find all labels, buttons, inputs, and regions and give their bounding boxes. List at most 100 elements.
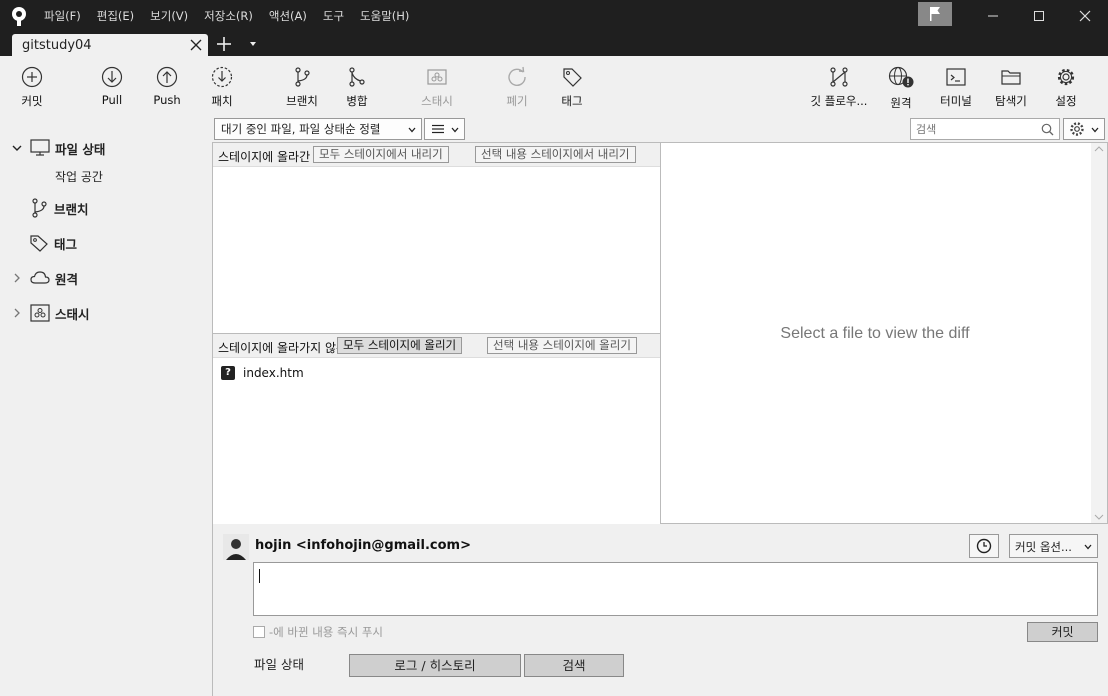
unstage-selected-button[interactable]: 선택 내용 스테이지에서 내리기 [475, 146, 636, 163]
push-immediately-option[interactable]: -에 바뀐 내용 즉시 푸시 [253, 624, 383, 640]
menu-help[interactable]: 도움말(H) [360, 8, 409, 24]
file-list-item[interactable]: ? index.htm [221, 364, 304, 382]
clock-icon [976, 538, 992, 554]
tag-button[interactable]: 태그 [542, 64, 602, 112]
commit-history-button[interactable] [969, 534, 999, 558]
sort-select[interactable]: 대기 중인 파일, 파일 상태순 정렬 [214, 118, 422, 140]
push-arrow-icon [156, 66, 178, 88]
tab-log-history[interactable]: 로그 / 히스토리 [349, 654, 521, 677]
commit-options-select[interactable]: 커밋 옵션... [1009, 534, 1098, 558]
tab-bar: gitstudy04 [0, 32, 1108, 56]
terminal-button[interactable]: 터미널 [926, 64, 986, 112]
sidebar-item-stashes[interactable]: 스태시 [0, 301, 212, 325]
search-input[interactable] [911, 120, 1031, 138]
explorer-label: 탐색기 [995, 94, 1027, 108]
search-field[interactable] [910, 118, 1060, 140]
scroll-down-icon[interactable] [1091, 511, 1107, 523]
pull-arrow-icon [101, 66, 123, 88]
avatar [223, 534, 249, 560]
remote-button[interactable]: 원격 [871, 64, 931, 112]
sidebar-item-remotes[interactable]: 원격 [0, 266, 212, 290]
unstaged-files-pane: 스테이지에 올라가지 않은 파일 모두 스테이지에 올리기 선택 내용 스테이지… [212, 333, 661, 525]
filter-options-button[interactable] [1063, 118, 1105, 140]
fetch-button[interactable]: 패치 [192, 64, 252, 112]
sidebar-item-tags[interactable]: 태그 [0, 231, 212, 255]
git-flow-icon [830, 67, 848, 87]
tab-file-status[interactable]: 파일 상태 [213, 654, 345, 677]
pull-label: Pull [101, 93, 123, 107]
stash-button[interactable]: 스태시 [407, 64, 467, 112]
chevron-down-icon [451, 127, 459, 133]
sidebar-item-working-copy[interactable]: 작업 공간 [0, 164, 212, 188]
repo-tab-title: gitstudy04 [22, 38, 92, 53]
text-caret [259, 569, 260, 583]
menu-file[interactable]: 파일(F) [44, 8, 81, 24]
settings-button[interactable]: 설정 [1036, 64, 1096, 112]
menu-actions[interactable]: 액션(A) [269, 8, 307, 24]
sidebar-item-branches[interactable]: 브랜치 [0, 196, 212, 220]
commit-toolbar-label: 커밋 [21, 94, 43, 108]
settings-label: 설정 [1055, 94, 1077, 108]
push-immediately-checkbox[interactable] [253, 626, 265, 638]
maximize-button[interactable] [1016, 0, 1062, 32]
commit-options-label: 커밋 옵션... [1015, 540, 1072, 554]
commit-plus-icon [21, 66, 43, 88]
sourcetree-logo-icon [12, 7, 26, 26]
sidebar: 파일 상태 작업 공간 브랜치 태그 원격 스태시 [0, 116, 212, 696]
branch-button[interactable]: 브랜치 [272, 64, 332, 112]
sidebar-working-copy-label: 작업 공간 [55, 169, 103, 184]
git-flow-button[interactable]: 깃 플로우... [804, 64, 874, 112]
diff-pane: Select a file to view the diff [660, 142, 1108, 524]
new-tab-icon[interactable] [216, 36, 232, 52]
menu-tools[interactable]: 도구 [323, 8, 344, 24]
scroll-up-icon[interactable] [1091, 143, 1107, 155]
notification-flag-button[interactable] [918, 2, 952, 26]
close-icon [1079, 10, 1091, 22]
commit-author: hojin <infohojin@gmail.com> [255, 538, 471, 553]
push-button[interactable]: Push [137, 64, 197, 112]
repo-tab[interactable]: gitstudy04 [12, 34, 208, 56]
chevron-down-icon [1091, 127, 1099, 133]
sidebar-branches-label: 브랜치 [54, 201, 89, 217]
title-bar: 파일(F) 편집(E) 보기(V) 저장소(R) 액션(A) 도구 도움말(H) [0, 0, 1108, 32]
stash-icon [30, 304, 50, 322]
chevron-right-icon[interactable] [12, 273, 22, 283]
menu-repository[interactable]: 저장소(R) [204, 8, 253, 24]
tag-label: 태그 [561, 94, 583, 108]
chevron-down-icon [1084, 544, 1092, 550]
tab-dropdown-icon[interactable] [248, 40, 258, 48]
chevron-down-icon[interactable] [12, 143, 22, 153]
menu-edit[interactable]: 편집(E) [97, 8, 134, 24]
tag-icon [30, 235, 48, 252]
stage-selected-button[interactable]: 선택 내용 스테이지에 올리기 [487, 337, 637, 354]
commit-message-input[interactable] [253, 562, 1098, 616]
stage-all-button[interactable]: 모두 스테이지에 올리기 [337, 337, 463, 354]
commit-button[interactable]: 커밋 [1027, 622, 1098, 642]
sidebar-remotes-label: 원격 [55, 271, 79, 287]
pull-button[interactable]: Pull [82, 64, 142, 112]
commit-area: hojin <infohojin@gmail.com> 커밋 옵션... -에 … [212, 524, 1108, 654]
commit-toolbar-button[interactable]: 커밋 [2, 64, 62, 112]
search-icon [1041, 123, 1054, 136]
sidebar-item-file-status[interactable]: 파일 상태 [0, 136, 212, 160]
tag-icon [563, 68, 582, 87]
git-flow-label: 깃 플로우... [810, 94, 868, 108]
merge-label: 병합 [346, 94, 368, 108]
tab-close-icon[interactable] [190, 39, 202, 51]
minimize-button[interactable] [970, 0, 1016, 32]
menu-view[interactable]: 보기(V) [150, 8, 188, 24]
branch-icon [32, 198, 47, 218]
unstage-all-button[interactable]: 모두 스테이지에서 내리기 [313, 146, 449, 163]
diff-scrollbar[interactable] [1091, 143, 1107, 523]
maximize-icon [1034, 11, 1044, 21]
close-window-button[interactable] [1062, 0, 1108, 32]
tab-search[interactable]: 검색 [524, 654, 624, 677]
discard-button[interactable]: 폐기 [487, 64, 547, 112]
discard-icon [508, 66, 526, 86]
merge-button[interactable]: 병합 [327, 64, 387, 112]
chevron-right-icon[interactable] [12, 308, 22, 318]
view-mode-select[interactable] [424, 118, 465, 140]
explorer-button[interactable]: 탐색기 [981, 64, 1041, 112]
filter-bar: 대기 중인 파일, 파일 상태순 정렬 [212, 116, 1108, 142]
remote-label: 원격 [890, 96, 912, 110]
